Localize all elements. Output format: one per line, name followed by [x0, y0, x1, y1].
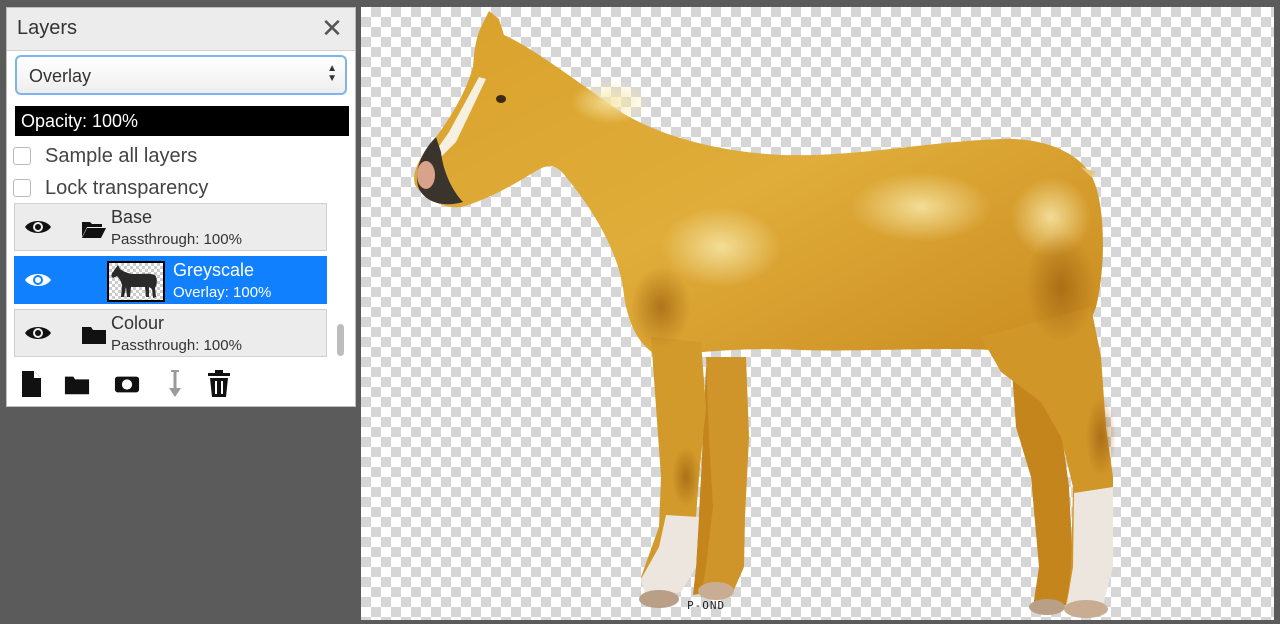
- opacity-slider[interactable]: Opacity: 100%: [15, 106, 349, 136]
- add-mask-icon[interactable]: [114, 370, 140, 398]
- layer-name: Colour: [111, 313, 165, 333]
- panel-title: Layers: [17, 17, 78, 39]
- sample-all-layers-label: Sample all layers: [45, 145, 198, 167]
- eye-icon[interactable]: [23, 217, 53, 237]
- layer-blend-detail: Passthrough: 100%: [111, 337, 242, 354]
- layer-name: Greyscale: [173, 260, 255, 280]
- eye-icon[interactable]: [23, 323, 53, 343]
- horse-artwork: [414, 11, 1116, 618]
- new-layer-icon[interactable]: [19, 370, 45, 398]
- layer-blend-detail: Passthrough: 100%: [111, 231, 242, 248]
- blend-mode-select[interactable]: Overlay ▲ ▼: [15, 55, 347, 95]
- layers-panel: Layers ✕ Overlay ▲ ▼ Opacity: 100% Sample…: [6, 7, 356, 407]
- layer-row-colour[interactable]: Colour Passthrough: 100%: [14, 309, 327, 357]
- select-arrows-icon: ▲ ▼: [327, 63, 337, 84]
- image-canvas[interactable]: P-OND: [361, 7, 1274, 620]
- opacity-label: Opacity: 100%: [21, 111, 139, 131]
- merge-down-icon[interactable]: [164, 370, 190, 398]
- folder-icon: [82, 327, 106, 344]
- close-panel-button[interactable]: ✕: [319, 14, 345, 42]
- layer-list-scrollbar[interactable]: [337, 324, 344, 356]
- panel-header: Layers ✕: [7, 8, 355, 51]
- lock-transparency-label: Lock transparency: [45, 177, 209, 199]
- layer-blend-detail: Overlay: 100%: [173, 284, 272, 301]
- layer-row-base[interactable]: Base Passthrough: 100%: [14, 203, 327, 251]
- layer-thumbnail: [107, 261, 165, 302]
- layer-row-greyscale[interactable]: Greyscale Overlay: 100%: [14, 256, 327, 304]
- new-group-icon[interactable]: [64, 370, 90, 398]
- blend-mode-value: Overlay: [29, 66, 92, 86]
- layer-name: Base: [111, 207, 153, 227]
- delete-layer-icon[interactable]: [206, 370, 232, 398]
- folder-open-icon: [82, 222, 106, 238]
- sample-all-layers-checkbox[interactable]: [13, 147, 31, 165]
- layer-list[interactable]: Base Passthrough: 100% Greyscale Overlay…: [14, 203, 329, 360]
- eye-icon[interactable]: [23, 270, 53, 290]
- watermark-signature: P-OND: [687, 599, 726, 612]
- lock-transparency-checkbox[interactable]: [13, 179, 31, 197]
